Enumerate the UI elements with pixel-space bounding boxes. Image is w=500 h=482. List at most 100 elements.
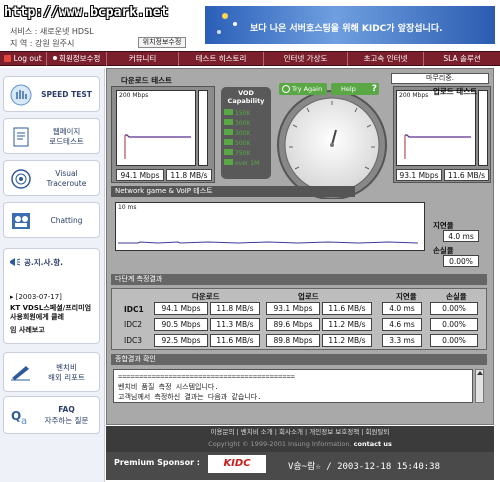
megaphone-icon xyxy=(10,258,21,266)
logout-button[interactable]: Log out xyxy=(0,52,47,66)
try-again-button[interactable]: Try Again xyxy=(279,83,327,95)
summary-line-1: 벤치비 품질 측정 시스템입니다. xyxy=(118,383,219,391)
contact-link[interactable]: contact us xyxy=(354,440,392,448)
test-main-area: 200 Mbps 94.1 Mbps 11.8 MB/s 다운로드 테스트 VO… xyxy=(106,68,494,425)
upload-title: 업로드 테스트 xyxy=(433,87,478,96)
table-cell: 0.00% xyxy=(430,302,478,315)
upload-mbps-value: 93.1 Mbps xyxy=(396,169,442,181)
table-cell: 11.8 MB/s xyxy=(210,302,260,315)
service-info: 서비스 : 새로운넷 HDSL xyxy=(10,27,94,36)
speed-gauge: Try Again Help ? xyxy=(273,83,391,200)
table-cell: 11.2 MB/s xyxy=(322,334,372,347)
vod-panel: VOD Capability 150K 300K 300K 500K 750K … xyxy=(221,87,271,179)
question-icon: ? xyxy=(371,84,377,94)
menu-broadband[interactable]: 초고속 인터넷 xyxy=(348,52,424,66)
svg-text:a: a xyxy=(21,416,27,426)
notice-title: 공.지.사.항. xyxy=(24,258,63,267)
col-download: 다운로드 xyxy=(192,292,220,301)
document-icon xyxy=(13,127,29,147)
change-location-button[interactable]: 위치정보수정 xyxy=(138,37,186,48)
sidebar-item-report[interactable]: 벤치비 해외 리포트 xyxy=(3,352,100,392)
page-header: http://www.bcpark.net 서비스 : 새로운넷 HDSL 지 … xyxy=(0,0,500,50)
table-cell: 4.6 ms xyxy=(382,318,422,331)
table-cell: 89.6 Mbps xyxy=(266,318,320,331)
table-cell: 89.8 Mbps xyxy=(266,334,320,347)
notice-box: 공.지.사.항. ▸ [2003-07-17] KT VDSL스페셜/프리미엄 … xyxy=(3,248,100,344)
table-cell: 11.3 MB/s xyxy=(210,318,260,331)
network-graph: 10 ms xyxy=(115,202,425,251)
help-button[interactable]: Help ? xyxy=(331,83,379,95)
notice-link[interactable]: KT VDSL스페셜/프리미엄 사용회원에게 클레 xyxy=(10,304,98,322)
table-cell: 4.0 ms xyxy=(382,302,422,315)
gauge-dial xyxy=(277,90,387,200)
download-panel: 200 Mbps 94.1 Mbps 11.8 MB/s xyxy=(111,86,215,183)
col-upload: 업로드 xyxy=(298,292,319,301)
sidebar-item-traceroute[interactable]: Visual Traceroute xyxy=(3,160,100,196)
watermark-text: V숑~람☆ / 2003-12-18 15:40:38 xyxy=(288,462,441,472)
summary-line-2: 고객님께서 측정하신 결과는 다음과 같습니다. xyxy=(118,393,262,401)
sidebar-item-chatting[interactable]: Chatting xyxy=(3,202,100,238)
menu-internet-weather[interactable]: 인터넷 가상도 xyxy=(264,52,348,66)
download-mbs-value: 11.8 MB/s xyxy=(166,169,212,181)
summary-divider: ========================================… xyxy=(118,373,296,381)
table-cell: 90.5 Mbps xyxy=(154,318,208,331)
menu-member-edit[interactable]: 회원정보수정 xyxy=(47,52,107,66)
idc2-label: IDC2 xyxy=(124,320,142,329)
network-scale-label: 10 ms xyxy=(118,204,137,211)
sidebar-item-speed-test[interactable]: SPEED TEST xyxy=(3,76,100,112)
menu-community[interactable]: 커뮤니티 xyxy=(107,52,179,66)
download-chart xyxy=(124,134,191,159)
summary-scrollbar[interactable] xyxy=(475,369,484,403)
download-graph: 200 Mbps xyxy=(116,90,196,166)
menu-sla-solution[interactable]: SLA 솔루션 xyxy=(424,52,500,66)
upload-mbs-value: 11.6 MB/s xyxy=(444,169,489,181)
table-cell: 11.6 MB/s xyxy=(322,302,372,315)
multi-result-table: 다운로드 업로드 지연율 손실율 IDC1 94.1 Mbps 11.8 MB/… xyxy=(111,288,487,350)
sponsor-label: Premium Sponsor : xyxy=(114,458,200,467)
vod-level-2: 300K xyxy=(224,119,268,129)
notice-link-more[interactable]: 임 사례보고 xyxy=(10,325,98,335)
table-cell: 92.5 Mbps xyxy=(154,334,208,347)
bullet-icon xyxy=(52,56,57,60)
hand-icon xyxy=(10,84,32,106)
vod-level-1: 150K xyxy=(224,109,268,119)
network-test-title: Network game & VoIP 테스트 xyxy=(111,186,355,197)
delay-value: 4.0 ms xyxy=(443,230,479,242)
upload-chart xyxy=(404,134,471,159)
sponsor-bar: Premium Sponsor : KIDC V숑~람☆ / 2003-12-1… xyxy=(106,452,494,480)
copyright: Copyright © 1999-2001 Insung Information… xyxy=(106,438,494,452)
summary-textarea[interactable]: ========================================… xyxy=(113,369,473,403)
multi-result-title: 다단계 측정결과 xyxy=(111,274,487,285)
vod-level-5: 750K xyxy=(224,149,268,159)
table-cell: 11.6 MB/s xyxy=(210,334,260,347)
table-cell: 11.2 MB/s xyxy=(322,318,372,331)
svg-text:Q: Q xyxy=(11,409,21,423)
pen-icon xyxy=(11,366,30,381)
col-loss: 손실율 xyxy=(446,292,467,301)
upload-graph: 200 Mbps xyxy=(396,90,476,166)
upload-level-bar xyxy=(478,90,488,166)
idc3-label: IDC3 xyxy=(124,336,142,345)
upload-panel: 200 Mbps 93.1 Mbps 11.6 MB/s xyxy=(393,86,491,183)
logout-icon xyxy=(4,55,12,62)
summary-title: 종합결과 확인 xyxy=(111,354,487,365)
download-level-bar xyxy=(198,90,208,166)
footer-links[interactable]: 이용문의 | 벤치비 소개 | 회사소개 | 개인정보 보호정책 | 회원탈퇴 xyxy=(106,426,494,438)
download-scale-label: 200 Mbps xyxy=(119,92,149,99)
refresh-icon xyxy=(282,85,290,93)
target-icon xyxy=(11,169,31,189)
banner-text: 보다 나은 서버호스팅을 위해 KIDC가 앞장섭니다. xyxy=(250,24,443,34)
menu-test-history[interactable]: 테스트 히스토리 xyxy=(179,52,264,66)
notice-date[interactable]: ▸ [2003-07-17] xyxy=(10,293,62,301)
table-cell: 0.00% xyxy=(430,334,478,347)
location-info: 지 역 : 강원 원주시 xyxy=(10,39,75,48)
kidc-logo[interactable]: KIDC xyxy=(208,455,266,473)
scroll-up-icon[interactable] xyxy=(476,371,483,375)
table-cell: 93.1 Mbps xyxy=(266,302,320,315)
network-latency-chart xyxy=(118,241,419,244)
main-menu-bar: Log out 회원정보수정 커뮤니티 테스트 히스토리 인터넷 가상도 초고속… xyxy=(0,51,500,66)
vod-levels: 150K 300K 300K 500K 750K over 1M xyxy=(224,109,268,169)
sidebar-item-webpage-load[interactable]: 웹페이지 로드테스트 xyxy=(3,118,100,154)
sidebar-item-faq[interactable]: Q a FAQ 자주하는 질문 xyxy=(3,396,100,434)
left-sidebar: SPEED TEST 웹페이지 로드테스트 Visual Traceroute … xyxy=(0,68,105,482)
